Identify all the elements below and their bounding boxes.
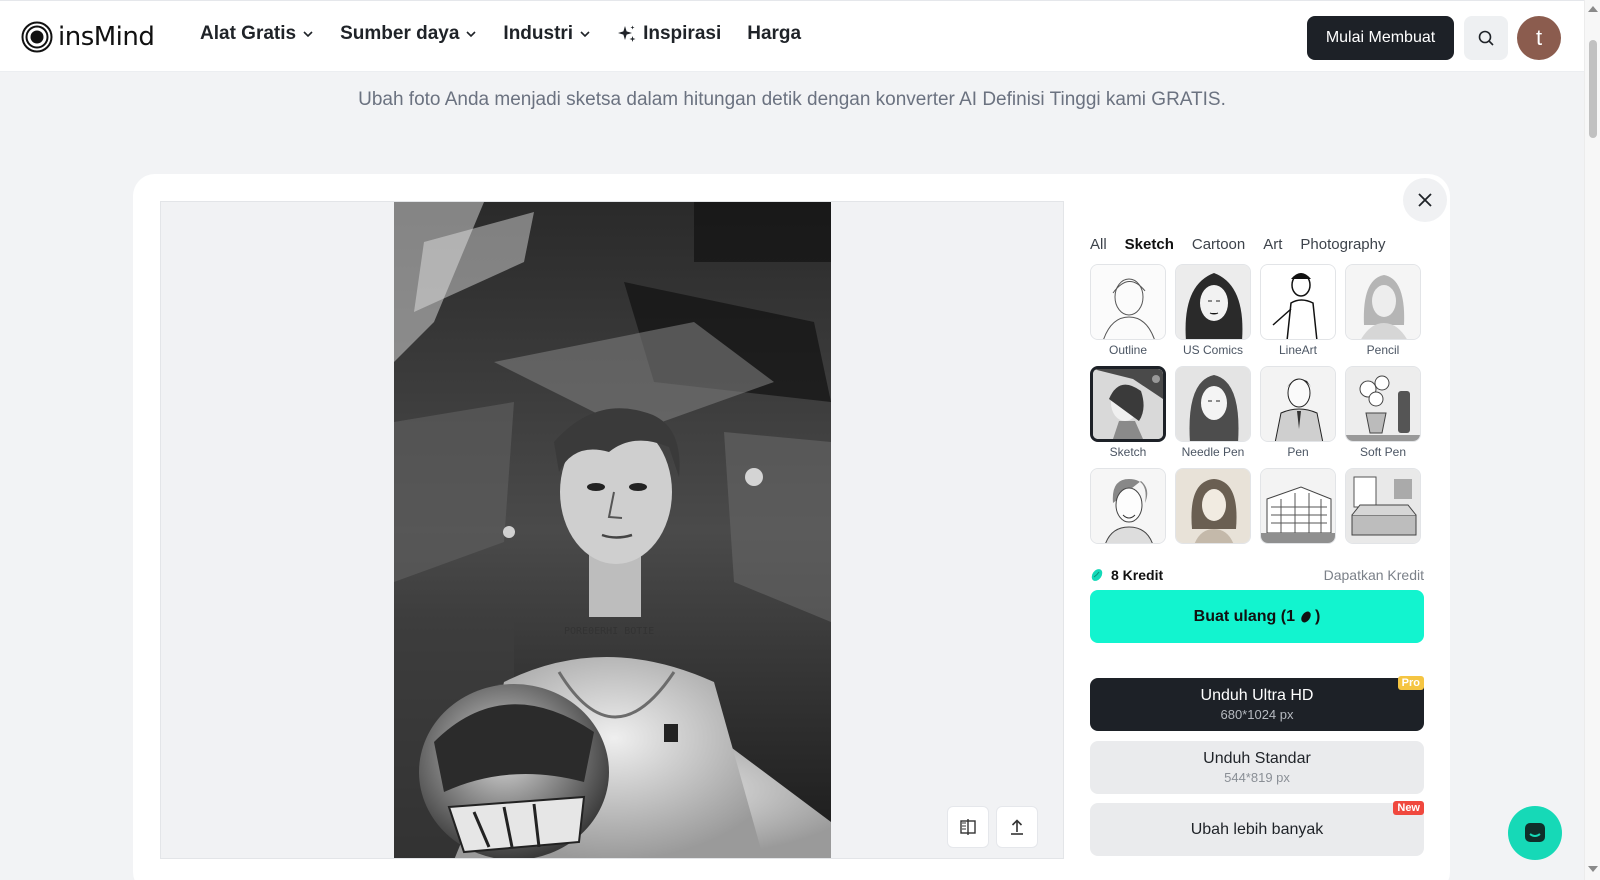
style-tile-soft-pen[interactable]: Soft Pen [1345,366,1421,459]
style-tile-pen[interactable]: Pen [1260,366,1336,459]
nav-label: Alat Gratis [200,23,297,44]
credit-bean-icon [1301,611,1311,622]
result-image: PORE0ERHI BOTIE [394,202,831,858]
style-label: Sketch [1109,445,1147,459]
chevron-down-icon [466,31,476,38]
regenerate-button[interactable]: Buat ulang (1 ) [1090,590,1424,643]
style-tile[interactable] [1175,468,1251,547]
style-tile[interactable] [1260,468,1336,547]
start-creating-button[interactable]: Mulai Membuat [1307,16,1454,60]
credits-count: 8 Kredit [1111,567,1164,583]
user-avatar[interactable]: t [1517,16,1561,60]
nav-sumber-daya[interactable]: Sumber daya [340,23,477,45]
compare-icon [960,819,976,835]
style-label: US Comics [1182,343,1243,357]
download-standard-button[interactable]: Unduh Standar 544*819 px [1090,741,1424,794]
style-thumbnail [1260,264,1336,340]
upload-icon [1011,819,1023,835]
style-label: LineArt [1278,343,1318,357]
style-tile-needle-pen[interactable]: Needle Pen [1175,366,1251,459]
get-credits-link[interactable]: Dapatkan Kredit [1323,567,1424,583]
chat-support-button[interactable] [1508,806,1562,860]
style-thumbnail [1175,264,1251,340]
style-thumbnail [1090,468,1166,544]
style-label: Pencil [1366,343,1400,357]
style-tile-outline[interactable]: Outline [1090,264,1166,357]
nav-alat-gratis[interactable]: Alat Gratis [200,23,314,45]
nav-industri[interactable]: Industri [503,23,591,45]
svg-text:PORE0ERHI BOTIE: PORE0ERHI BOTIE [564,626,654,637]
tab-photography[interactable]: Photography [1300,236,1385,253]
scroll-up-arrow-icon[interactable] [1588,6,1598,12]
download-standard-label: Unduh Standar [1203,750,1311,767]
style-tile-lineart[interactable]: LineArt [1260,264,1336,357]
upload-button[interactable] [996,806,1038,848]
page-scrollbar[interactable] [1584,0,1600,880]
nav-label: Industri [503,23,574,44]
brand-name: insMind [58,22,155,52]
style-thumbnail [1175,468,1251,544]
style-tile-pencil[interactable]: Pencil [1345,264,1421,357]
nav-label: Sumber daya [340,23,460,44]
style-label: Soft Pen [1359,445,1407,459]
download-ultra-label: Unduh Ultra HD [1200,687,1314,704]
style-tabs: All Sketch Cartoon Art Photography [1090,236,1386,253]
credits-display: 8 Kredit [1090,567,1163,583]
style-thumbnail [1345,264,1421,340]
top-nav-bar: insMind Alat Gratis Sumber daya Industri… [0,0,1584,72]
style-tile-us-comics[interactable]: US Comics [1175,264,1251,357]
style-tile[interactable] [1090,468,1166,547]
style-thumbnail [1260,468,1336,544]
style-thumbnail [1090,366,1166,442]
logo-icon [21,21,53,53]
close-icon [1418,193,1432,207]
style-label: Needle Pen [1181,445,1245,459]
style-tile-sketch[interactable]: Sketch [1090,366,1166,459]
style-thumbnail [1345,468,1421,544]
style-tile[interactable] [1345,468,1421,547]
style-grid: Outline US Comics LineArt Pencil Sketch [1090,264,1424,552]
style-thumbnail [1260,366,1336,442]
edit-more-label: Ubah lebih banyak [1190,820,1324,838]
chevron-down-icon [303,31,313,38]
scroll-down-arrow-icon[interactable] [1588,866,1598,872]
editor-card: PORE0ERHI BOTIE All Sketch Cartoon Art P… [133,174,1450,880]
brand-logo[interactable]: insMind [21,21,155,53]
search-icon [1478,30,1494,46]
style-thumbnail [1345,366,1421,442]
download-ultra-hd-button[interactable]: Unduh Ultra HD 680*1024 px Pro [1090,676,1424,731]
compare-button[interactable] [947,806,989,848]
regenerate-label: Buat ulang (1 [1193,607,1295,625]
style-label: Pen [1287,445,1309,459]
nav-inspirasi[interactable]: Inspirasi [617,23,721,45]
sparkle-icon [618,25,636,42]
tab-sketch[interactable]: Sketch [1125,236,1174,253]
tab-art[interactable]: Art [1263,236,1282,253]
chat-icon [1525,823,1545,842]
download-standard-size: 544*819 px [1224,770,1290,785]
style-thumbnail [1175,366,1251,442]
regenerate-label-close: ) [1315,607,1321,625]
tab-all[interactable]: All [1090,236,1107,253]
edit-more-button[interactable]: Ubah lebih banyak New [1090,801,1424,856]
style-label: Outline [1108,343,1148,357]
chevron-down-icon [580,31,590,38]
nav-label: Inspirasi [643,23,722,44]
new-badge: New [1393,801,1424,815]
close-button[interactable] [1403,178,1447,222]
download-ultra-size: 680*1024 px [1220,707,1294,722]
scroll-thumb[interactable] [1589,40,1597,138]
search-button[interactable] [1464,16,1508,60]
page-subtitle: Ubah foto Anda menjadi sketsa dalam hitu… [358,89,1226,110]
pro-badge: Pro [1397,676,1424,690]
tab-cartoon[interactable]: Cartoon [1192,236,1245,253]
credit-bean-icon [1091,569,1103,581]
nav-harga[interactable]: Harga [747,23,801,45]
nav-label: Harga [747,23,802,44]
preview-canvas: PORE0ERHI BOTIE [160,201,1064,859]
main-nav: Alat Gratis Sumber daya Industri Inspira… [200,23,827,45]
style-thumbnail [1090,264,1166,340]
